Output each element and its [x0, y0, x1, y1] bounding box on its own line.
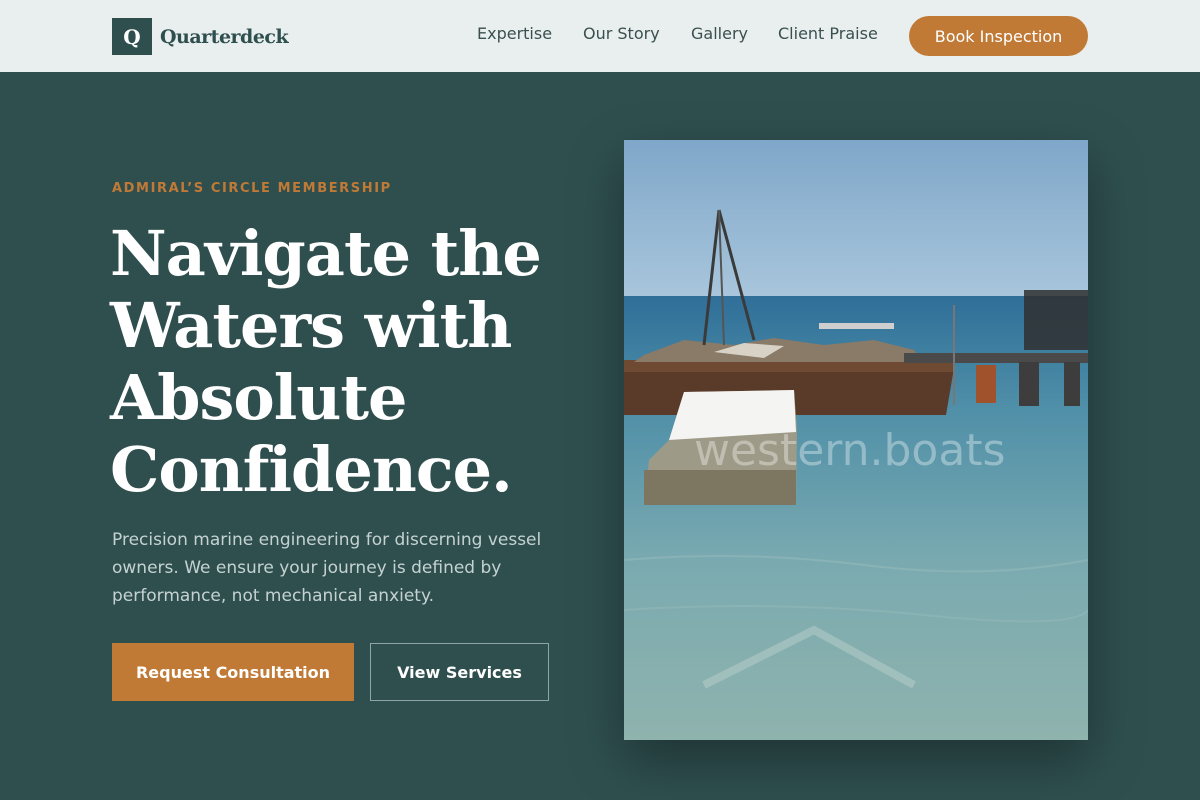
nav-link-our-story[interactable]: Our Story — [583, 24, 660, 43]
book-inspection-button[interactable]: Book Inspection — [909, 16, 1088, 56]
view-services-button[interactable]: View Services — [370, 643, 549, 701]
headline-line: Navigate the — [110, 217, 542, 290]
request-consultation-button[interactable]: Request Consultation — [112, 643, 354, 701]
brand-name: Quarterdeck — [160, 25, 289, 48]
nav-link-gallery[interactable]: Gallery — [691, 24, 748, 43]
headline-line: Waters with — [110, 289, 512, 362]
hero-headline: Navigate the Waters with Absolute Confid… — [110, 218, 590, 506]
headline-line: Confidence. — [110, 433, 513, 506]
hero-photo: western.boats — [624, 140, 1088, 740]
photo-watermark: western.boats — [694, 425, 1006, 476]
logo-mark-icon: Q — [112, 18, 152, 55]
brand-logo[interactable]: Q Quarterdeck — [112, 18, 289, 55]
site-header: Q Quarterdeck Expertise Our Story Galler… — [0, 0, 1200, 72]
headline-line: Absolute — [110, 361, 407, 434]
nav-link-expertise[interactable]: Expertise — [477, 24, 552, 43]
nav-link-client-praise[interactable]: Client Praise — [778, 24, 878, 43]
hero-eyebrow: ADMIRAL’S CIRCLE MEMBERSHIP — [112, 181, 392, 196]
hero-description: Precision marine engineering for discern… — [112, 530, 542, 606]
